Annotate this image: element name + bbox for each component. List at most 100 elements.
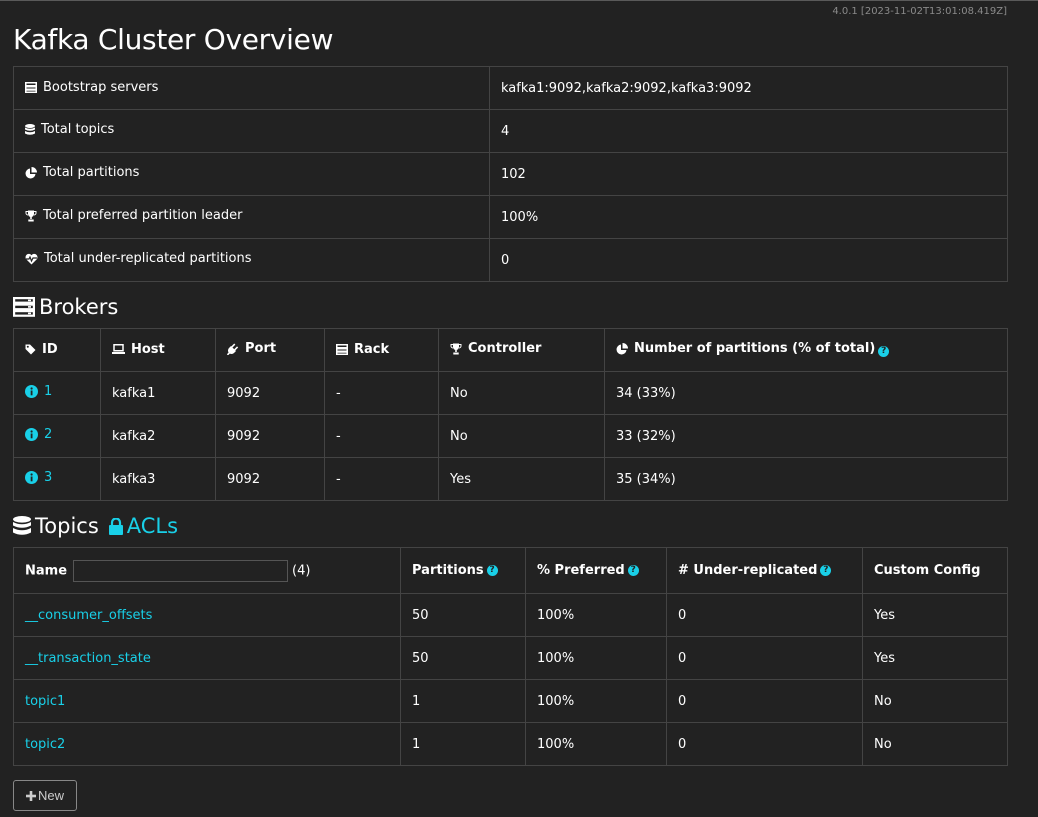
broker-port: 9092 <box>215 457 325 501</box>
overview-label: Total preferred partition leader <box>43 208 243 224</box>
topics-header-row: Name (4) Partitions? % Preferred? # Under… <box>13 547 1008 594</box>
topic-partitions: 1 <box>400 679 526 723</box>
topic-custom-config: Yes <box>862 636 1008 680</box>
overview-label: Total topics <box>41 122 115 138</box>
broker-controller: Yes <box>438 457 605 501</box>
overview-value: 0 <box>489 238 1008 282</box>
broker-host: kafka3 <box>100 457 216 501</box>
info-circle-icon <box>25 471 38 484</box>
broker-controller: No <box>438 414 605 458</box>
overview-label: Total partitions <box>43 165 140 181</box>
topic-preferred: 100% <box>525 636 667 680</box>
overview-label: Bootstrap servers <box>43 79 159 95</box>
server-icon <box>13 297 35 317</box>
topic-under-replicated: 0 <box>666 722 863 766</box>
topic-row: topic1 1 100% 0 No <box>13 679 1008 723</box>
topic-partitions: 50 <box>400 636 526 680</box>
overview-row: Total preferred partition leader 100% <box>13 195 1008 239</box>
brokers-table: ID Host Port Rack Controller Number of p… <box>13 328 1008 501</box>
col-under-replicated: # Under-replicated? <box>666 547 863 594</box>
col-partitions: Partitions? <box>400 547 526 594</box>
broker-rack: - <box>324 414 439 458</box>
topic-under-replicated: 0 <box>666 679 863 723</box>
info-circle-icon <box>25 428 38 441</box>
col-rack: Rack <box>324 328 439 372</box>
server-icon <box>336 343 348 355</box>
topic-name-link[interactable]: topic2 <box>25 737 65 752</box>
topics-table: Name (4) Partitions? % Preferred? # Under… <box>13 547 1008 766</box>
topic-partitions: 50 <box>400 593 526 637</box>
broker-id-link[interactable]: 2 <box>25 427 52 442</box>
new-topic-button[interactable]: New <box>13 780 77 811</box>
topic-custom-config: No <box>862 679 1008 723</box>
database-icon <box>25 123 35 136</box>
database-icon <box>13 515 31 537</box>
topic-name-filter-input[interactable] <box>73 559 289 582</box>
topic-under-replicated: 0 <box>666 593 863 637</box>
tag-icon <box>25 344 36 355</box>
broker-row: 1 kafka1 9092 - No 34 (33%) <box>13 371 1008 415</box>
overview-value: 102 <box>489 152 1008 196</box>
topic-custom-config: No <box>862 722 1008 766</box>
acls-link[interactable]: ACLs <box>108 514 178 538</box>
version-label: 4.0.1 [2023-11-02T13:01:08.419Z] <box>832 6 1007 17</box>
topic-name-link[interactable]: topic1 <box>25 694 65 709</box>
broker-rack: - <box>324 457 439 501</box>
trophy-icon <box>450 343 462 355</box>
topics-heading: Topics ACLs <box>13 514 178 538</box>
topic-name-link[interactable]: __transaction_state <box>25 651 151 666</box>
plug-icon <box>227 343 239 355</box>
broker-partitions: 34 (33%) <box>604 371 1008 415</box>
overview-row: Bootstrap servers kafka1:9092,kafka2:909… <box>13 66 1008 110</box>
broker-row: 3 kafka3 9092 - Yes 35 (34%) <box>13 457 1008 501</box>
broker-partitions: 35 (34%) <box>604 457 1008 501</box>
help-icon[interactable]: ? <box>627 565 639 576</box>
topic-custom-config: Yes <box>862 593 1008 637</box>
topic-count: (4) <box>292 563 311 578</box>
overview-value: kafka1:9092,kafka2:9092,kafka3:9092 <box>489 66 1008 110</box>
topic-row: __consumer_offsets 50 100% 0 Yes <box>13 593 1008 637</box>
broker-host: kafka1 <box>100 371 216 415</box>
topic-row: topic2 1 100% 0 No <box>13 722 1008 766</box>
broker-rack: - <box>324 371 439 415</box>
pie-chart-icon <box>25 166 37 179</box>
col-name: Name (4) <box>13 547 401 594</box>
overview-value: 4 <box>489 109 1008 153</box>
help-icon[interactable]: ? <box>820 565 832 576</box>
col-preferred: % Preferred? <box>525 547 667 594</box>
col-id: ID <box>13 328 101 372</box>
topic-name-link[interactable]: __consumer_offsets <box>25 608 152 623</box>
col-partitions: Number of partitions (% of total)? <box>604 328 1008 372</box>
trophy-icon <box>25 210 37 222</box>
broker-id-link[interactable]: 3 <box>25 470 52 485</box>
col-host: Host <box>100 328 216 372</box>
overview-table: Bootstrap servers kafka1:9092,kafka2:909… <box>13 66 1008 282</box>
info-circle-icon <box>25 385 38 398</box>
col-controller: Controller <box>438 328 605 372</box>
overview-row: Total under-replicated partitions 0 <box>13 238 1008 282</box>
broker-controller: No <box>438 371 605 415</box>
help-icon[interactable]: ? <box>486 565 498 576</box>
topic-preferred: 100% <box>525 722 667 766</box>
col-custom-config: Custom Config <box>862 547 1008 594</box>
broker-partitions: 33 (32%) <box>604 414 1008 458</box>
laptop-icon <box>112 344 125 355</box>
topic-partitions: 1 <box>400 722 526 766</box>
broker-id-link[interactable]: 1 <box>25 384 52 399</box>
page-title: Kafka Cluster Overview <box>13 23 334 56</box>
col-port: Port <box>215 328 325 372</box>
broker-host: kafka2 <box>100 414 216 458</box>
lock-icon <box>108 517 123 535</box>
topic-row: __transaction_state 50 100% 0 Yes <box>13 636 1008 680</box>
broker-port: 9092 <box>215 414 325 458</box>
brokers-header-row: ID Host Port Rack Controller Number of p… <box>13 328 1008 372</box>
topic-under-replicated: 0 <box>666 636 863 680</box>
broker-port: 9092 <box>215 371 325 415</box>
pie-chart-icon <box>616 342 628 355</box>
overview-label: Total under-replicated partitions <box>44 251 252 267</box>
topic-preferred: 100% <box>525 593 667 637</box>
topic-preferred: 100% <box>525 679 667 723</box>
help-icon[interactable]: ? <box>878 345 890 357</box>
overview-row: Total topics 4 <box>13 109 1008 153</box>
heartbeat-icon <box>25 253 38 265</box>
